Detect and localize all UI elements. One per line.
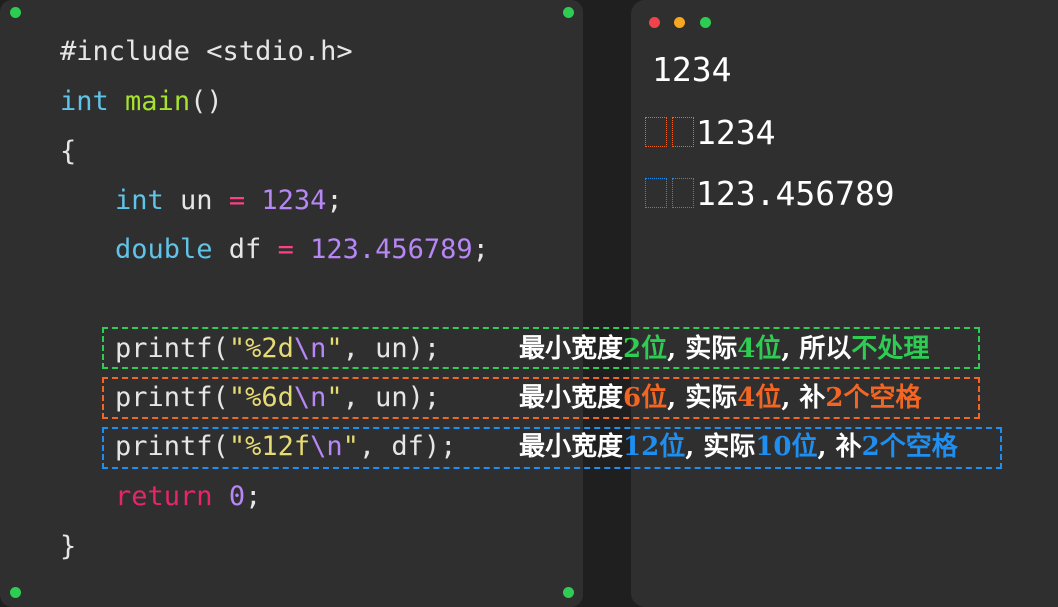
annotation-highlight: 6位: [623, 383, 668, 413]
code-line-close-brace: }: [60, 530, 76, 564]
code-line-double-decl: double df = 123.456789;: [115, 233, 489, 267]
annotation-label: , 实际: [685, 432, 756, 462]
assign-operator: =: [228, 185, 246, 216]
semicolon: ;: [245, 481, 262, 512]
decl1-value: 1234: [261, 185, 327, 216]
decl2-var: df: [212, 234, 278, 265]
code-line-include: #include <stdio.h>: [60, 35, 353, 69]
space-marker-icon: [645, 178, 667, 208]
close-brace: }: [60, 531, 77, 562]
annotation-label: , 实际: [667, 383, 738, 413]
corner-dot-icon: [10, 7, 21, 18]
minimize-window-icon[interactable]: [674, 17, 685, 28]
include-directive: #include <stdio.h>: [60, 36, 353, 67]
corner-dot-icon: [10, 587, 21, 598]
code-line-return: return 0;: [115, 480, 261, 514]
annotation-highlight: 不处理: [851, 334, 930, 364]
annotation-label: , 实际: [667, 334, 738, 364]
decl2-value: 123.456789: [310, 234, 473, 265]
annotation-highlight: 12位: [623, 432, 686, 462]
annotation-highlight: 2位: [623, 334, 668, 364]
annotation-label: , 所以: [781, 334, 852, 364]
annotation-text-3: 最小宽度12位, 实际10位, 补2个空格: [519, 430, 958, 464]
annotation-label: , 补: [781, 383, 826, 413]
annotation-text-2: 最小宽度6位, 实际4位, 补2个空格: [519, 381, 922, 415]
output-line-2: 1234: [696, 113, 776, 152]
semicolon: ;: [326, 185, 343, 216]
main-function-name: main: [125, 86, 191, 117]
int-type: int: [115, 185, 164, 216]
close-window-icon[interactable]: [649, 17, 660, 28]
code-line-int-decl: int un = 1234;: [115, 184, 343, 218]
code-line-open-brace: {: [60, 135, 76, 169]
annotation-highlight: 2个空格: [825, 383, 922, 413]
output-line-3: 123.456789: [696, 174, 895, 213]
terminal-output-panel: 1234 1234 123.456789: [631, 0, 1058, 607]
annotation-highlight: 2个空格: [861, 432, 958, 462]
maximize-window-icon[interactable]: [700, 17, 711, 28]
decl1-var: un: [163, 185, 229, 216]
assign-operator: =: [277, 234, 294, 265]
annotation-highlight: 4位: [737, 383, 782, 413]
semicolon: ;: [472, 234, 489, 265]
main-parens: (): [190, 86, 223, 117]
annotation-label: 最小宽度: [519, 383, 624, 413]
code-editor-panel: #include <stdio.h> int main() { int un =…: [0, 0, 583, 607]
annotation-label: 最小宽度: [519, 334, 624, 364]
annotation-label: 最小宽度: [519, 432, 624, 462]
open-brace: {: [60, 136, 77, 167]
annotation-text-1: 最小宽度2位, 实际4位, 所以不处理: [519, 332, 929, 366]
output-line-1: 1234: [652, 50, 732, 89]
int-keyword: int: [60, 86, 109, 117]
corner-dot-icon: [563, 7, 574, 18]
annotation-highlight: 4位: [737, 334, 782, 364]
space-marker-icon: [645, 117, 667, 147]
double-type: double: [115, 234, 213, 265]
corner-dot-icon: [563, 587, 574, 598]
code-line-main: int main(): [60, 85, 223, 119]
return-value: 0: [228, 481, 246, 512]
annotation-highlight: 10位: [755, 432, 818, 462]
space-marker-icon: [672, 117, 694, 147]
space-marker-icon: [672, 178, 694, 208]
return-keyword: return: [115, 481, 213, 512]
annotation-label: , 补: [817, 432, 862, 462]
